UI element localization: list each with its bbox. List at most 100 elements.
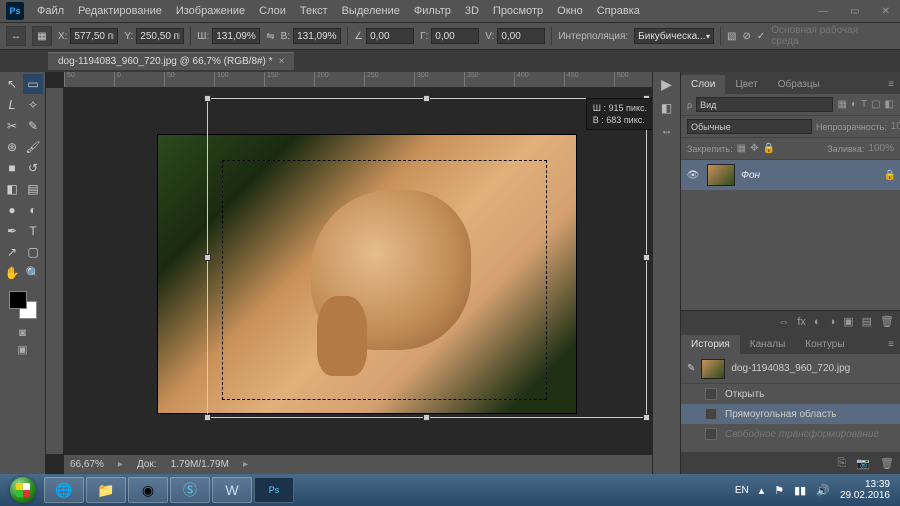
zoom-arrow-icon[interactable]: ▸ <box>118 459 123 470</box>
tray-flag-icon[interactable]: ⚑ <box>774 484 784 497</box>
cancel-transform-icon[interactable]: ⊘ <box>743 31 751 42</box>
opacity-value[interactable]: 100% <box>891 121 900 132</box>
filter-text-icon[interactable]: T <box>861 99 867 110</box>
tool-stamp[interactable]: ■ <box>2 158 22 178</box>
adjustment-layer-icon[interactable]: ◑ <box>829 316 836 328</box>
transform-handle-br[interactable] <box>643 414 650 421</box>
layer-fx-icon[interactable]: fx <box>797 316 806 328</box>
foreground-color-swatch[interactable] <box>9 291 27 309</box>
link-wh-icon[interactable]: ⇋ <box>266 31 274 42</box>
taskbar-explorer[interactable]: 📁 <box>86 477 126 503</box>
y-input[interactable] <box>136 28 184 44</box>
layer-group-icon[interactable]: ▣ <box>843 315 853 328</box>
delete-layer-icon[interactable]: 🗑 <box>880 315 894 328</box>
menu-help[interactable]: Справка <box>590 5 647 17</box>
tab-history[interactable]: История <box>681 335 740 354</box>
start-button[interactable] <box>4 476 42 504</box>
history-delete-icon[interactable]: 🗑 <box>880 457 894 470</box>
close-tab-icon[interactable]: × <box>279 56 285 67</box>
x-input[interactable] <box>70 28 118 44</box>
tray-volume-icon[interactable]: 🔊 <box>816 484 830 497</box>
tool-hand[interactable]: ✋ <box>2 263 22 283</box>
window-close-icon[interactable]: ✕ <box>882 6 890 17</box>
history-item[interactable]: Прямоугольная область <box>681 404 900 424</box>
taskbar-skype[interactable]: Ⓢ <box>170 477 210 503</box>
tool-magic-wand[interactable]: ✧ <box>23 95 43 115</box>
lock-all-icon[interactable]: 🔒 <box>762 143 774 154</box>
tab-channels[interactable]: Каналы <box>740 335 796 354</box>
color-swatches[interactable] <box>0 291 45 319</box>
tool-shape[interactable]: ▢ <box>23 242 43 262</box>
tool-move[interactable]: ↖ <box>2 74 22 94</box>
history-panel-menu-icon[interactable]: ≡ <box>882 335 900 354</box>
reference-point-icon[interactable]: ▦ <box>32 26 52 46</box>
tab-paths[interactable]: Контуры <box>795 335 854 354</box>
tool-text[interactable]: T <box>23 221 43 241</box>
selection-marquee[interactable] <box>222 160 547 400</box>
actions-play-icon[interactable]: ▶ <box>661 76 672 93</box>
vskew-input[interactable] <box>497 28 545 44</box>
menu-layers[interactable]: Слои <box>252 5 293 17</box>
filter-pixel-icon[interactable]: ▦ <box>837 99 846 110</box>
tray-clock[interactable]: 13:39 29.02.2016 <box>840 479 890 501</box>
transform-handle-tm[interactable] <box>423 95 430 102</box>
transform-tool-icon[interactable]: ↔ <box>6 26 26 46</box>
workspace-label[interactable]: Основная рабочая среда <box>771 25 894 47</box>
taskbar-photoshop[interactable]: Ps <box>254 477 294 503</box>
hskew-input[interactable] <box>431 28 479 44</box>
layer-thumbnail[interactable] <box>707 164 735 186</box>
history-brush-source-icon[interactable]: ✎ <box>687 363 695 374</box>
status-menu-icon[interactable]: ▸ <box>243 459 248 470</box>
history-item[interactable]: Открыть <box>681 384 900 404</box>
history-item[interactable]: Свободное трансформирование <box>681 424 900 444</box>
tool-eyedropper[interactable]: ✎ <box>23 116 43 136</box>
tool-path[interactable]: ↗ <box>2 242 22 262</box>
tool-dodge[interactable]: ◐ <box>23 200 43 220</box>
menu-3d[interactable]: 3D <box>458 5 486 17</box>
new-layer-icon[interactable]: ▤ <box>862 315 872 328</box>
vertical-ruler[interactable] <box>46 88 64 454</box>
fill-value[interactable]: 100% <box>868 143 894 154</box>
document-tab[interactable]: dog-1194083_960_720.jpg @ 66,7% (RGB/8#)… <box>48 52 294 70</box>
taskbar-chrome[interactable]: ◉ <box>128 477 168 503</box>
transform-handle-bl[interactable] <box>204 414 211 421</box>
layer-row[interactable]: 👁 Фон 🔒 <box>681 160 900 190</box>
tray-network-icon[interactable]: ▮▮ <box>794 484 806 497</box>
menu-file[interactable]: Файл <box>30 5 71 17</box>
menu-window[interactable]: Окно <box>550 5 590 17</box>
layer-mask-icon[interactable]: ◐ <box>814 316 821 328</box>
lock-position-icon[interactable]: ✥ <box>750 143 758 154</box>
layer-visibility-icon[interactable]: 👁 <box>685 170 701 181</box>
horizontal-ruler[interactable]: 5005010015020025030035040045050055060065… <box>64 72 652 88</box>
tool-lasso[interactable]: 𝘓 <box>2 95 22 115</box>
lock-pixels-icon[interactable]: ▦ <box>737 143 746 154</box>
menu-edit[interactable]: Редактирование <box>71 5 169 17</box>
history-new-doc-icon[interactable]: ⎘ <box>838 457 847 470</box>
filter-adjust-icon[interactable]: ◐ <box>851 99 857 110</box>
window-minimize-icon[interactable]: — <box>818 6 828 17</box>
transform-handle-bm[interactable] <box>423 414 430 421</box>
history-snapshot-icon[interactable]: 📷 <box>856 457 870 470</box>
menu-image[interactable]: Изображение <box>169 5 252 17</box>
layers-panel-menu-icon[interactable]: ≡ <box>882 75 900 94</box>
tool-heal[interactable]: ⊛ <box>2 137 22 157</box>
tab-color[interactable]: Цвет <box>725 75 767 94</box>
tool-eraser[interactable]: ◧ <box>2 179 22 199</box>
blend-mode-dropdown[interactable] <box>687 119 812 134</box>
transform-handle-tl[interactable] <box>204 95 211 102</box>
filter-smart-icon[interactable]: ◧ <box>885 99 894 110</box>
warp-icon[interactable]: ▧ <box>727 31 736 42</box>
link-layers-icon[interactable]: ⇔ <box>778 316 789 328</box>
panel-strip-icon-2[interactable]: ↔ <box>661 123 673 137</box>
taskbar-ie[interactable]: 🌐 <box>44 477 84 503</box>
tool-marquee[interactable]: ▭ <box>23 74 43 94</box>
window-restore-icon[interactable]: ▭ <box>850 6 859 17</box>
tab-swatches[interactable]: Образцы <box>768 75 830 94</box>
tab-layers[interactable]: Слои <box>681 75 725 94</box>
history-snapshot[interactable]: ✎ dog-1194083_960_720.jpg <box>681 354 900 384</box>
layer-filter-dropdown[interactable] <box>696 97 833 112</box>
transform-handle-ml[interactable] <box>204 254 211 261</box>
interpolation-dropdown[interactable]: Бикубическа... <box>634 28 714 44</box>
tool-history-brush[interactable]: ↺ <box>23 158 43 178</box>
taskbar-word[interactable]: W <box>212 477 252 503</box>
